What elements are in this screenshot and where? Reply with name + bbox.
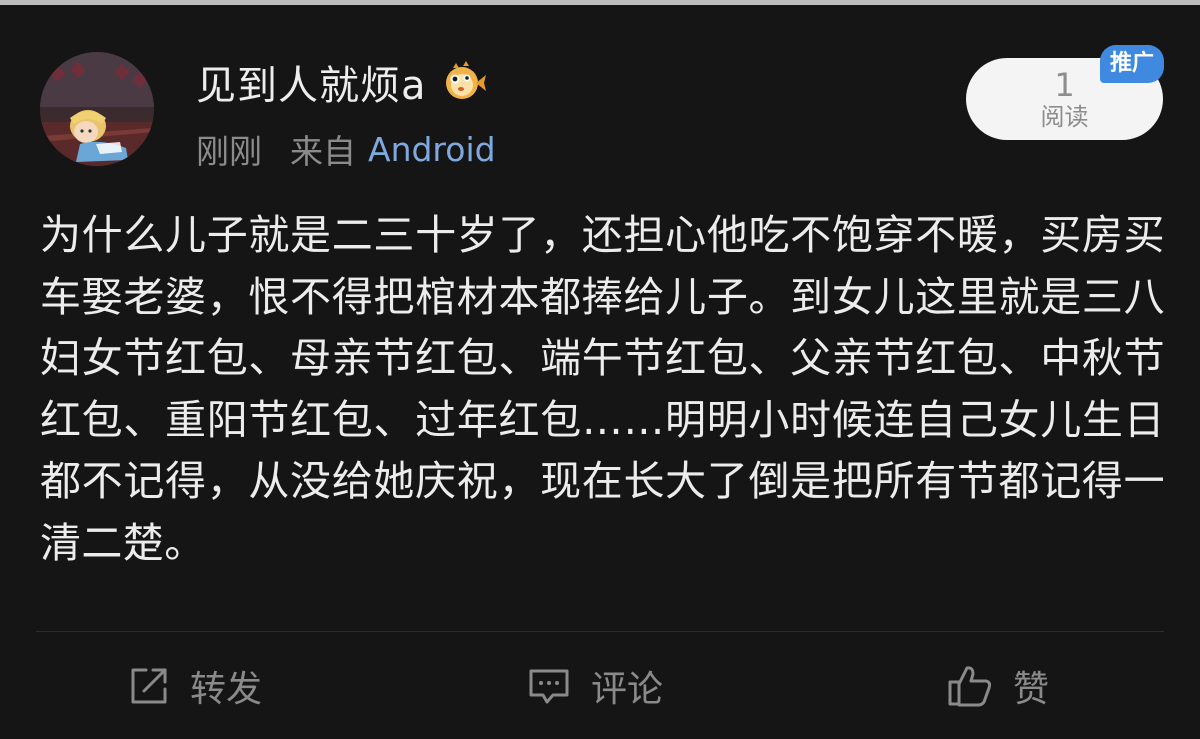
like-label: 赞 <box>1013 669 1050 710</box>
username-row: 见到人就烦a <box>196 53 487 111</box>
divider <box>36 631 1164 632</box>
source-prefix: 来自 <box>290 132 356 171</box>
comment-button[interactable]: 评论 <box>527 660 663 712</box>
post-content: 为什么儿子就是二三十岁了，还担心他吃不饱穿不暖，买房买车娶老婆，恨不得把棺材本都… <box>40 211 1165 567</box>
comment-icon <box>529 669 569 704</box>
avatar-image <box>40 52 154 166</box>
username[interactable]: 见到人就烦a <box>196 53 427 111</box>
promo-badge[interactable]: 推广 <box>1100 45 1164 83</box>
repost-label: 转发 <box>190 669 263 710</box>
source-link[interactable]: Android <box>368 130 496 169</box>
post-meta: 刚刚 来自 Android <box>196 126 496 172</box>
post-time: 刚刚 <box>196 132 262 171</box>
avatar[interactable] <box>40 52 154 166</box>
thumbs-up-icon <box>948 666 992 707</box>
repost-button[interactable]: 转发 <box>128 660 262 712</box>
like-button[interactable]: 赞 <box>947 660 1049 712</box>
weibo-post-card: 见到人就烦a 刚刚 来自 Android 1 阅读 推广 为什么儿子就是二三十岁… <box>0 0 1200 739</box>
pufferfish-badge-icon[interactable] <box>441 59 487 105</box>
comment-label: 评论 <box>591 669 664 710</box>
top-edge <box>0 0 1200 5</box>
repost-icon <box>131 668 167 704</box>
read-label: 阅读 <box>1040 103 1089 131</box>
